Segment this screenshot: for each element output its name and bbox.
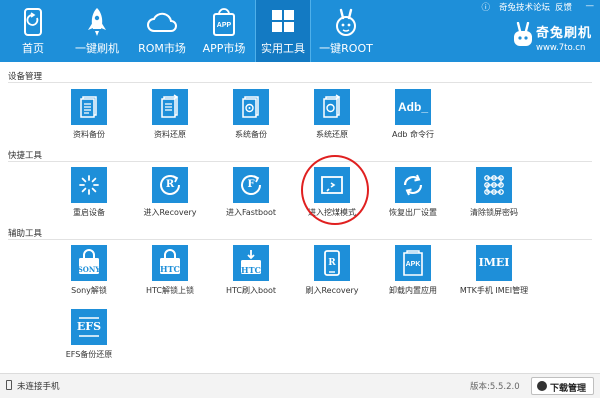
tool-factory-reset[interactable]: 恢复出厂设置 [378, 167, 448, 229]
tool-sony-unlock[interactable]: SONY Sony解锁 [54, 245, 124, 307]
tool-label: 重启设备 [73, 208, 105, 217]
section-divider [8, 239, 592, 240]
tool-htc-flash-boot[interactable]: HTC HTC刷入boot [216, 245, 286, 307]
tool-system-backup[interactable]: 系统备份 [216, 89, 286, 151]
nav-one-click-flash[interactable]: 一键刷机 [66, 0, 128, 62]
feedback-link[interactable]: 反馈 [555, 1, 572, 13]
connection-status: 未连接手机 [17, 382, 60, 392]
restart-icon [79, 175, 99, 195]
rabbit-logo-icon [514, 22, 532, 46]
nav-label: 一键刷机 [75, 42, 119, 55]
tool-enter-recovery[interactable]: R 进入Recovery [135, 167, 205, 229]
download-manager-button[interactable]: 下载管理 [531, 377, 594, 395]
brand-logo: 奇兔刷机 www.7to.cn [510, 18, 600, 62]
tool-label: 清除锁屏密码 [470, 208, 518, 217]
factory-reset-icon [403, 174, 423, 196]
brand-url: www.7to.cn [536, 43, 586, 53]
tool-data-backup[interactable]: 资料备份 [54, 89, 124, 151]
imei-icon: IMEI [476, 245, 512, 281]
red-highlight-circle [301, 155, 369, 225]
rabbit-icon [336, 8, 356, 36]
tool-flash-recovery[interactable]: R 刷入Recovery [297, 245, 367, 307]
nav-utilities[interactable]: 实用工具 [255, 0, 311, 62]
tool-restart-device[interactable]: 重启设备 [54, 167, 124, 229]
tool-uninstall-system-apps[interactable]: APK 卸载内置应用 [378, 245, 448, 307]
tool-label: Adb 命令行 [391, 130, 435, 139]
nav-home[interactable]: 首页 [8, 0, 58, 62]
nav-label: 实用工具 [261, 42, 305, 55]
tool-label: 系统备份 [235, 130, 267, 139]
tool-label: 卸载内置应用 [389, 286, 437, 295]
tool-label: 资料备份 [73, 130, 105, 139]
tool-htc-unlock-lock[interactable]: HTC HTC解锁上锁 [135, 245, 205, 307]
nav-label: 首页 [22, 42, 44, 55]
download-manager-label: 下载管理 [550, 384, 587, 394]
system-backup-icon [242, 96, 259, 118]
section-divider [8, 82, 592, 83]
top-navigation-bar: 首页 一键刷机 ROM市场 APP APP市场 实用工具 一键ROOT ⓘ 奇兔… [0, 0, 600, 62]
tool-label: HTC刷入boot [225, 286, 277, 295]
nav-app-market[interactable]: APP APP市场 [196, 0, 252, 62]
grid-icon [272, 10, 294, 32]
tool-label: 刷入Recovery [305, 286, 359, 295]
nav-label: 一键ROOT [319, 42, 373, 55]
app-window: 首页 一键刷机 ROM市场 APP APP市场 实用工具 一键ROOT ⓘ 奇兔… [0, 0, 600, 398]
cloud-icon [147, 12, 177, 32]
status-bar: 未连接手机 版本:5.5.2.0 下载管理 [0, 373, 600, 398]
tool-clear-lock-password[interactable]: 清除锁屏密码 [459, 167, 529, 229]
document-icon [80, 96, 97, 118]
nav-one-click-root[interactable]: 一键ROOT [314, 0, 378, 62]
tool-system-restore[interactable]: 系统还原 [297, 89, 367, 151]
version-label: 版本:5.5.2.0 [470, 382, 520, 392]
document-restore-icon [161, 94, 179, 118]
tool-enter-fastboot[interactable]: F 进入Fastboot [216, 167, 286, 229]
tool-label: 进入Fastboot [225, 208, 277, 217]
pattern-lock-icon [484, 175, 504, 195]
tool-efs-backup-restore[interactable]: EFS EFS备份还原 [54, 309, 124, 371]
app-bag-icon: APP [213, 8, 235, 36]
tool-label: 进入Recovery [143, 208, 197, 217]
tool-label: Sony解锁 [71, 286, 107, 295]
tool-label: 资料还原 [154, 130, 186, 139]
section-title-auxiliary-tools: 辅助工具 [8, 229, 43, 239]
tool-data-restore[interactable]: 资料还原 [135, 89, 205, 151]
adb-icon: Adb_ [395, 89, 431, 125]
brand-name: 奇兔刷机 [536, 26, 593, 41]
nav-label: ROM市场 [138, 42, 186, 55]
section-title-quick-tools: 快捷工具 [8, 151, 43, 161]
nav-label: APP市场 [202, 42, 246, 55]
download-icon [537, 381, 547, 391]
forum-link[interactable]: 奇兔技术论坛 [499, 1, 550, 13]
tool-label: 恢复出厂设置 [389, 208, 437, 217]
minimize-icon[interactable]: — [586, 1, 595, 11]
system-restore-icon [323, 94, 341, 118]
section-title-device-management: 设备管理 [8, 72, 43, 82]
section-divider [8, 161, 592, 162]
info-icon: ⓘ [481, 3, 490, 13]
phone-icon [24, 8, 42, 36]
tool-label: HTC解锁上锁 [145, 286, 195, 295]
nav-rom-market[interactable]: ROM市场 [131, 0, 193, 62]
phone-status-icon [6, 380, 12, 390]
tool-adb-command-line[interactable]: Adb_ Adb 命令行 [378, 89, 448, 151]
tool-mtk-imei-manager[interactable]: IMEI MTK手机 IMEI管理 [459, 245, 529, 307]
tool-label: 系统还原 [316, 130, 348, 139]
rocket-icon [88, 8, 106, 36]
tool-label: MTK手机 IMEI管理 [459, 286, 529, 295]
svg-text:APP: APP [217, 22, 232, 29]
tool-label: EFS备份还原 [65, 350, 113, 359]
